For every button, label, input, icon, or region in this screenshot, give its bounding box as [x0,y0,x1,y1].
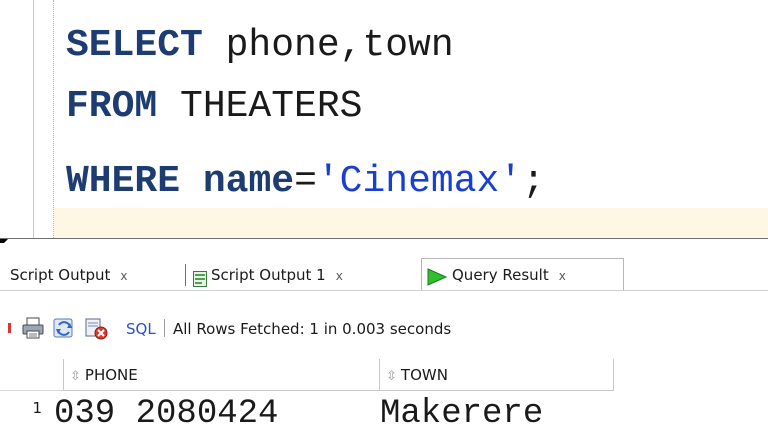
row-number: 1 [32,399,42,417]
row-number-header [0,359,63,391]
column-header-town[interactable]: ⇳ TOWN [379,359,614,391]
code-line-where[interactable]: WHERE name='Cinemax'; [66,154,545,210]
result-grid: ⇳ PHONE ⇳ TOWN 1 039 2080424 Makerere [0,359,768,438]
results-toolbar: SQL All Rows Fetched: 1 in 0.003 seconds [0,311,768,351]
sort-icon: ⇳ [386,369,397,384]
script-output-icon [193,267,207,287]
column-header-phone[interactable]: ⇳ PHONE [63,359,379,391]
operator-equals: = [294,160,317,203]
tab-divider [185,264,186,286]
run-green-icon [426,265,448,286]
print-icon[interactable] [20,315,46,341]
tab-strip-border [0,290,768,291]
column-header-label: TOWN [400,366,448,384]
fetch-status: All Rows Fetched: 1 in 0.003 seconds [173,320,452,338]
sql-link[interactable]: SQL [126,311,156,347]
tab-script-output[interactable]: Script Output x [10,260,128,290]
select-columns: phone,town [202,24,454,67]
tab-script-output-1[interactable]: Script Output 1 x [193,260,343,290]
tab-query-result[interactable]: Query Result x [421,258,624,290]
code-line-select[interactable]: SELECT phone,town [66,18,454,74]
close-icon[interactable]: x [559,269,566,283]
cancel-icon[interactable] [83,315,109,341]
table-row[interactable]: 1 039 2080424 Makerere [0,391,768,438]
string-literal: 'Cinemax' [316,160,523,203]
keyword-name: name [202,160,295,203]
code-line-from[interactable]: FROM THEATERS [66,79,362,135]
close-icon[interactable]: x [120,269,127,283]
tab-label: Script Output 1 [211,266,326,284]
column-header-label: PHONE [84,366,138,384]
keyword-where: WHERE [66,160,181,203]
from-table: THEATERS [157,85,363,128]
toolbar-separator [164,319,165,337]
tab-label: Script Output [10,266,111,284]
close-icon[interactable]: x [336,269,343,283]
grid-header-row: ⇳ PHONE ⇳ TOWN [0,359,768,391]
sort-icon: ⇳ [70,369,81,384]
refresh-icon[interactable] [51,315,77,341]
editor-fold-guide [53,0,54,238]
output-tab-bar: Script Output x Script Output 1 x Query Re… [0,243,768,309]
current-line-highlight [54,208,768,238]
cell-town[interactable]: Makerere [380,391,543,438]
keyword-select: SELECT [66,24,203,67]
keyword-from: FROM [66,85,158,128]
statement-terminator: ; [522,160,545,203]
editor-gutter-border [33,0,34,238]
cell-phone[interactable]: 039 2080424 [54,391,278,438]
pin-marker-icon [8,323,11,333]
sql-editor[interactable]: SELECT phone,town FROM THEATERS WHERE na… [0,0,768,238]
tab-label: Query Result [452,266,549,284]
